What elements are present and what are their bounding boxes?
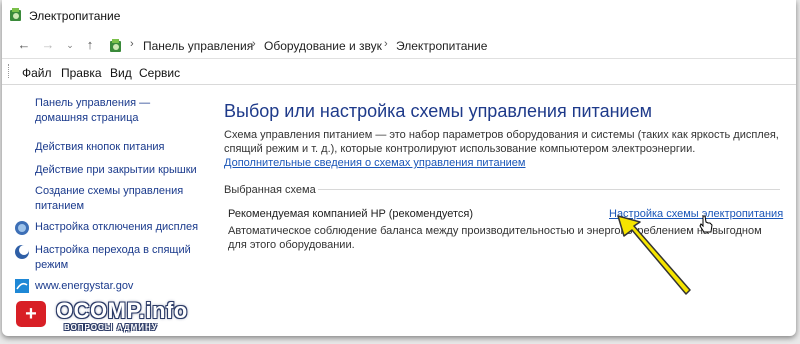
menu-edit[interactable]: Правка <box>61 66 102 80</box>
watermark-brand: OCOMP.info <box>56 298 188 323</box>
menu-tools[interactable]: Сервис <box>139 66 180 80</box>
recent-dropdown-icon[interactable]: ⌄ <box>62 37 78 53</box>
hand-cursor-icon <box>699 215 713 233</box>
more-info-link[interactable]: Дополнительные сведения о схемах управле… <box>224 157 526 169</box>
group-divider <box>318 189 780 190</box>
breadcrumb-chevron-icon: › <box>252 38 256 50</box>
yellow-pointer-arrow-icon <box>617 215 691 295</box>
breadcrumb-chevron-icon: › <box>130 38 134 50</box>
sleep-moon-icon <box>15 245 29 259</box>
breadcrumb-power-options[interactable]: Электропитание <box>396 39 487 53</box>
menu-grip <box>8 64 11 78</box>
page-description: Схема управления питанием — это набор па… <box>224 129 779 169</box>
page-title: Выбор или настройка схемы управления пит… <box>224 101 652 121</box>
up-arrow-icon[interactable]: ↑ <box>82 37 98 53</box>
sidebar-link-energystar[interactable]: www.energystar.gov <box>35 279 133 294</box>
address-power-icon <box>110 39 121 52</box>
sidebar-link-sleep[interactable]: Настройка перехода в спящий режим <box>35 243 195 273</box>
divider <box>2 58 796 59</box>
plan-name[interactable]: Рекомендуемая компанией HP (рекомендуетс… <box>228 208 473 220</box>
breadcrumb-control-panel[interactable]: Панель управления <box>143 39 253 53</box>
watermark-logo-icon: + <box>16 301 46 327</box>
sidebar-link-display-off[interactable]: Настройка отключения дисплея <box>35 220 198 235</box>
selected-plan-label: Выбранная схема <box>224 184 316 196</box>
forward-arrow-icon[interactable]: → <box>40 37 56 53</box>
sidebar-link-home[interactable]: Панель управления — домашняя страница <box>35 96 200 126</box>
energystar-icon <box>15 279 29 293</box>
sidebar-link-create-plan[interactable]: Создание схемы управления питанием <box>35 184 185 214</box>
breadcrumb-chevron-icon: › <box>384 38 388 50</box>
control-panel-window: Электропитание ← → ⌄ ↑ › Панель управлен… <box>2 0 796 336</box>
divider <box>2 84 796 85</box>
back-arrow-icon[interactable]: ← <box>16 37 32 53</box>
title-bar: Электропитание <box>2 0 796 30</box>
menu-view[interactable]: Вид <box>110 66 132 80</box>
menu-file[interactable]: Файл <box>22 66 52 80</box>
breadcrumb-hardware-sound[interactable]: Оборудование и звук <box>264 39 382 53</box>
watermark-tagline: ВОПРОСЫ АДМИНУ <box>64 323 158 332</box>
power-options-icon <box>10 8 21 21</box>
sidebar-link-power-buttons[interactable]: Действия кнопок питания <box>35 140 165 155</box>
sidebar-link-lid-close[interactable]: Действие при закрытии крышки <box>35 163 197 178</box>
display-power-icon <box>15 221 29 235</box>
window-title: Электропитание <box>29 9 121 23</box>
